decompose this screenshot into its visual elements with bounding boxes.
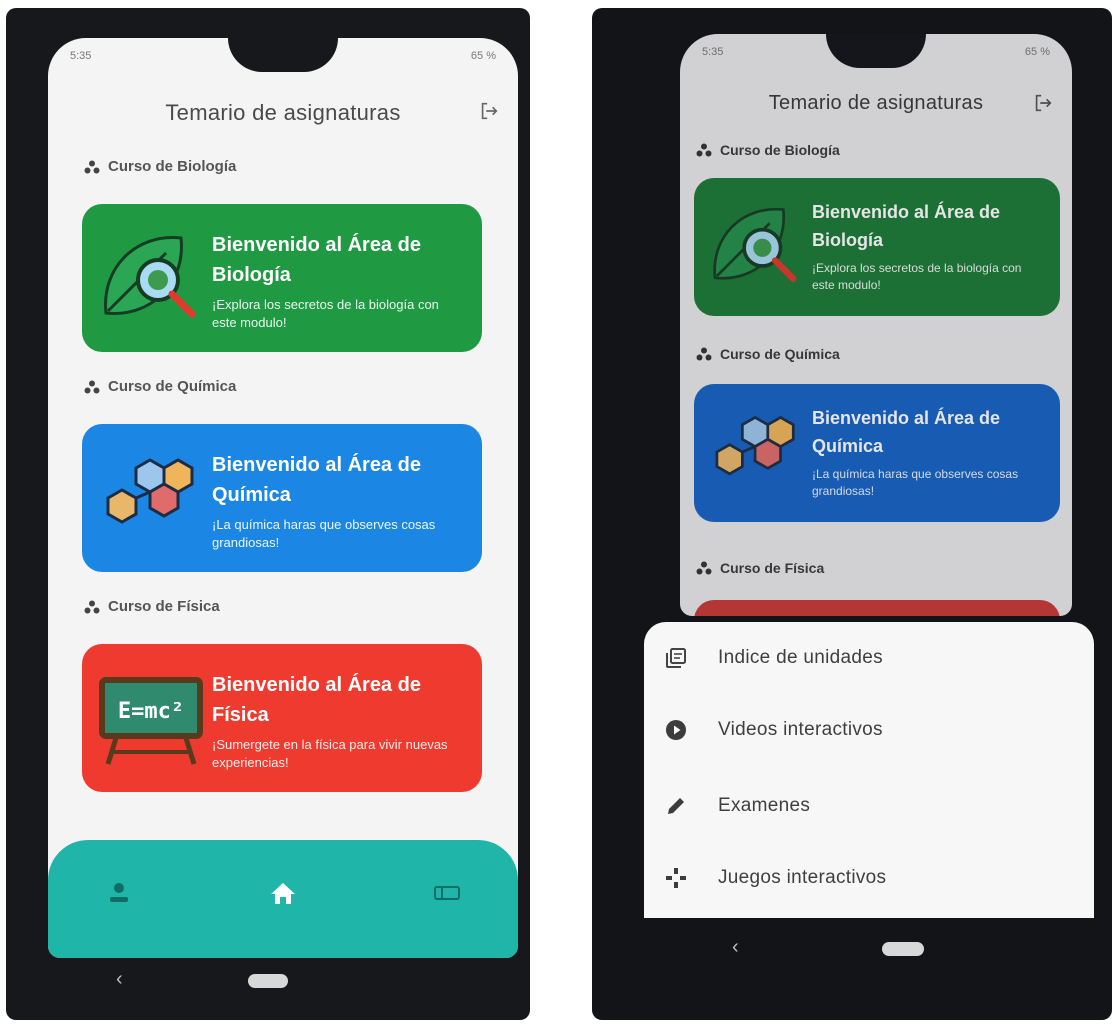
section-shapes-icon <box>84 380 100 393</box>
library-icon <box>666 648 686 668</box>
gamepad-icon <box>666 868 686 888</box>
card-subtitle: ¡Explora los secretos de la biología con… <box>212 297 439 330</box>
back-icon[interactable]: ‹ <box>116 968 123 991</box>
ticket-icon[interactable] <box>432 880 462 906</box>
molecule-icon <box>106 458 194 524</box>
sheet-item-label: Indice de unidades <box>718 647 883 668</box>
sheet-item-label: Videos interactivos <box>718 719 883 740</box>
home-icon[interactable] <box>268 880 298 906</box>
app-screen-right: 5:35 65 % Temario de asignaturas Curso d… <box>680 34 1072 616</box>
status-time: 5:35 <box>70 50 92 62</box>
card-biologia[interactable]: Bienvenido al Área de Biología ¡Explora … <box>82 204 482 352</box>
sheet-item-label: Examenes <box>718 795 811 816</box>
section-label-text: Curso de Química <box>108 378 237 395</box>
section-shapes-icon <box>84 600 100 613</box>
sheet-item-indice[interactable]: Indice de unidades <box>644 628 1094 688</box>
play-circle-icon <box>666 720 686 740</box>
sheet-item-label: Juegos interactivos <box>718 867 887 888</box>
section-label-text: Curso de Biología <box>108 158 237 175</box>
section-label-text: Curso de Física <box>108 598 220 615</box>
card-title: Bienvenido al Área de Física <box>212 674 421 726</box>
card-subtitle: ¡La química haras que observes cosas gra… <box>212 517 436 550</box>
options-bottom-sheet: Indice de unidades Videos interactivos E… <box>644 622 1094 918</box>
blackboard-icon: E=mc² <box>99 677 203 765</box>
back-icon[interactable]: ‹ <box>732 936 739 959</box>
status-battery: 65 % <box>470 50 496 62</box>
page-title: Temario de asignaturas <box>165 100 401 125</box>
pencil-icon <box>668 798 684 814</box>
section-label-fisica: Curso de Física <box>84 598 220 615</box>
modal-scrim[interactable] <box>680 34 1072 616</box>
card-fisica[interactable]: E=mc² Bienvenido al Área de Física ¡Sume… <box>82 644 482 792</box>
sheet-item-juegos[interactable]: Juegos interactivos <box>644 848 1094 908</box>
card-quimica[interactable]: Bienvenido al Área de Química ¡La químic… <box>82 424 482 572</box>
sheet-item-videos[interactable]: Videos interactivos <box>644 700 1094 760</box>
person-icon[interactable] <box>104 880 134 906</box>
leaf-magnifier-icon <box>104 236 196 318</box>
phone-frame-right: 5:35 65 % Temario de asignaturas Curso d… <box>592 8 1112 1020</box>
card-title: Bienvenido al Área de Química <box>212 454 421 506</box>
blackboard-formula: E=mc² <box>118 699 184 724</box>
logout-icon[interactable] <box>478 100 500 122</box>
section-shapes-icon <box>84 160 100 173</box>
card-subtitle: ¡Sumergete en la física para vivir nueva… <box>212 737 448 770</box>
system-navigation-bar: ‹ <box>592 936 1112 960</box>
system-navigation-bar: ‹ <box>6 968 530 992</box>
app-header: Temario de asignaturas <box>48 100 518 140</box>
app-screen-left: 5:35 65 % Temario de asignaturas Curso d… <box>48 38 518 958</box>
status-bar: 5:35 65 % <box>70 50 496 66</box>
card-title: Bienvenido al Área de Biología <box>212 234 421 286</box>
phone-frame-left: 5:35 65 % Temario de asignaturas Curso d… <box>6 8 530 1020</box>
home-pill-icon[interactable] <box>882 942 924 956</box>
section-label-biologia: Curso de Biología <box>84 158 236 175</box>
home-pill-icon[interactable] <box>248 974 288 988</box>
sheet-item-examenes[interactable]: Examenes <box>644 776 1094 836</box>
bottom-navigation <box>48 840 518 958</box>
section-label-quimica: Curso de Química <box>84 378 236 395</box>
